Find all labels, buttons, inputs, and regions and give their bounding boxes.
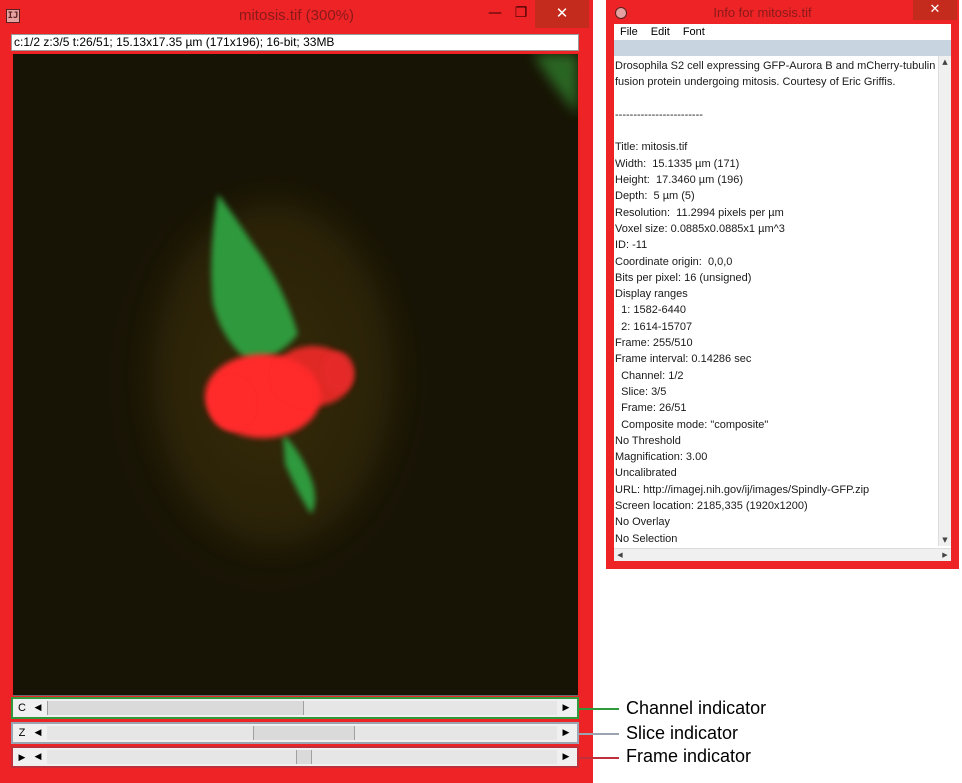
info-line: 1: 1582-6440: [615, 304, 686, 317]
slice-prev-arrow-icon[interactable]: ◀: [31, 725, 45, 741]
scroll-down-icon[interactable]: ▼: [939, 534, 951, 546]
slice-label: Z: [18, 727, 26, 739]
frame-callout-line: [579, 757, 619, 759]
info-text-header-strip: [614, 40, 951, 56]
frame-prev-arrow-icon[interactable]: ◀: [31, 749, 45, 765]
info-line: ------------------------: [615, 108, 703, 121]
frame-next-arrow-icon[interactable]: ▶: [559, 749, 573, 765]
info-line: [614, 91, 936, 107]
info-line: Slice: 3/5: [615, 385, 667, 398]
menu-file[interactable]: File: [620, 24, 638, 40]
info-line: Height: 17.3460 µm (196): [615, 174, 744, 187]
info-window[interactable]: Info for mitosis.tif ✕ File Edit Font Dr…: [606, 0, 959, 569]
scroll-left-icon[interactable]: ◀: [614, 549, 626, 561]
channel-callout-line: [579, 708, 619, 710]
info-line: Title: mitosis.tif: [615, 141, 688, 154]
vertical-scrollbar[interactable]: ▲ ▼: [938, 56, 951, 546]
info-close-button[interactable]: ✕: [913, 0, 957, 20]
scroll-up-icon[interactable]: ▲: [939, 56, 951, 68]
info-line: URL: http://imagej.nih.gov/ij/images/Spi…: [615, 483, 870, 496]
info-line: No Threshold: [615, 434, 681, 447]
frame-callout-label: Frame indicator: [626, 746, 752, 766]
info-line: ID: -11: [615, 239, 648, 252]
info-line: Composite mode: "composite": [615, 418, 769, 431]
frame-slider[interactable]: ▶ ◀ ▶: [11, 746, 579, 768]
channel-label: C: [18, 702, 26, 714]
info-line: Frame: 26/51: [615, 402, 687, 415]
slice-callout-label: Slice indicator: [626, 723, 739, 743]
close-button[interactable]: ✕: [535, 0, 589, 28]
info-line: Frame: 255/510: [615, 337, 693, 350]
slice-thumb[interactable]: [252, 726, 356, 740]
info-line: Channel: 1/2: [615, 369, 684, 382]
info-line: No Overlay: [615, 516, 671, 529]
channel-slider[interactable]: C ◀ ▶: [11, 697, 579, 719]
microscopy-image: [13, 54, 578, 695]
info-line: Screen location: 2185,335 (1920x1200): [615, 500, 808, 513]
horizontal-scrollbar[interactable]: ◀ ▶: [614, 548, 951, 561]
image-info-bar: c:1/2 z:3/5 t:26/51; 15.13x17.35 µm (171…: [11, 34, 579, 51]
info-line: fusion protein undergoing mitosis. Court…: [615, 76, 896, 89]
minimize-button[interactable]: —: [482, 0, 508, 28]
frame-track[interactable]: [47, 750, 557, 764]
info-line: Display ranges: [615, 288, 688, 301]
info-menubar: File Edit Font: [614, 24, 951, 40]
maximize-button[interactable]: ❐: [508, 0, 534, 28]
info-line: Drosophila S2 cell expressing GFP-Aurora…: [615, 60, 936, 72]
info-line: Width: 15.1335 µm (171): [615, 157, 740, 170]
info-line: Voxel size: 0.0885x0.0885x1 µm^3: [615, 222, 785, 235]
image-window[interactable]: IJ mitosis.tif (300%) — ❐ ✕ c:1/2 z:3/5 …: [0, 0, 593, 783]
info-line: [614, 123, 936, 139]
channel-thumb[interactable]: [47, 701, 304, 715]
play-icon[interactable]: ▶: [15, 749, 29, 765]
frame-thumb[interactable]: [296, 750, 312, 764]
slice-callout-line: [579, 733, 619, 735]
info-window-title: Info for mitosis.tif: [713, 5, 812, 20]
info-line: No Selection: [615, 532, 678, 545]
info-line: Depth: 5 µm (5): [615, 190, 695, 203]
info-text-area[interactable]: Drosophila S2 cell expressing GFP-Aurora…: [614, 40, 951, 561]
info-line: Uncalibrated: [615, 467, 677, 480]
info-line: Bits per pixel: 16 (unsigned): [615, 271, 752, 284]
info-line: Magnification: 3.00: [615, 451, 708, 464]
channel-next-arrow-icon[interactable]: ▶: [559, 700, 573, 716]
slice-slider[interactable]: Z ◀ ▶: [11, 722, 579, 744]
menu-edit[interactable]: Edit: [651, 24, 670, 40]
info-line: Resolution: 11.2994 pixels per µm: [615, 206, 784, 219]
image-window-titlebar[interactable]: IJ mitosis.tif (300%) — ❐ ✕: [0, 0, 593, 32]
slice-track[interactable]: [47, 726, 557, 740]
info-line: 2: 1614-15707: [615, 320, 693, 333]
channel-track[interactable]: [47, 701, 557, 715]
info-line: Frame interval: 0.14286 sec: [615, 353, 752, 366]
info-text-lines: Drosophila S2 cell expressing GFP-Aurora…: [614, 58, 936, 547]
info-line: Coordinate origin: 0,0,0: [615, 255, 733, 268]
image-canvas[interactable]: [13, 54, 578, 696]
channel-callout-label: Channel indicator: [626, 698, 767, 718]
scroll-right-icon[interactable]: ▶: [939, 549, 951, 561]
menu-font[interactable]: Font: [683, 24, 705, 40]
slice-next-arrow-icon[interactable]: ▶: [559, 725, 573, 741]
channel-prev-arrow-icon[interactable]: ◀: [31, 700, 45, 716]
